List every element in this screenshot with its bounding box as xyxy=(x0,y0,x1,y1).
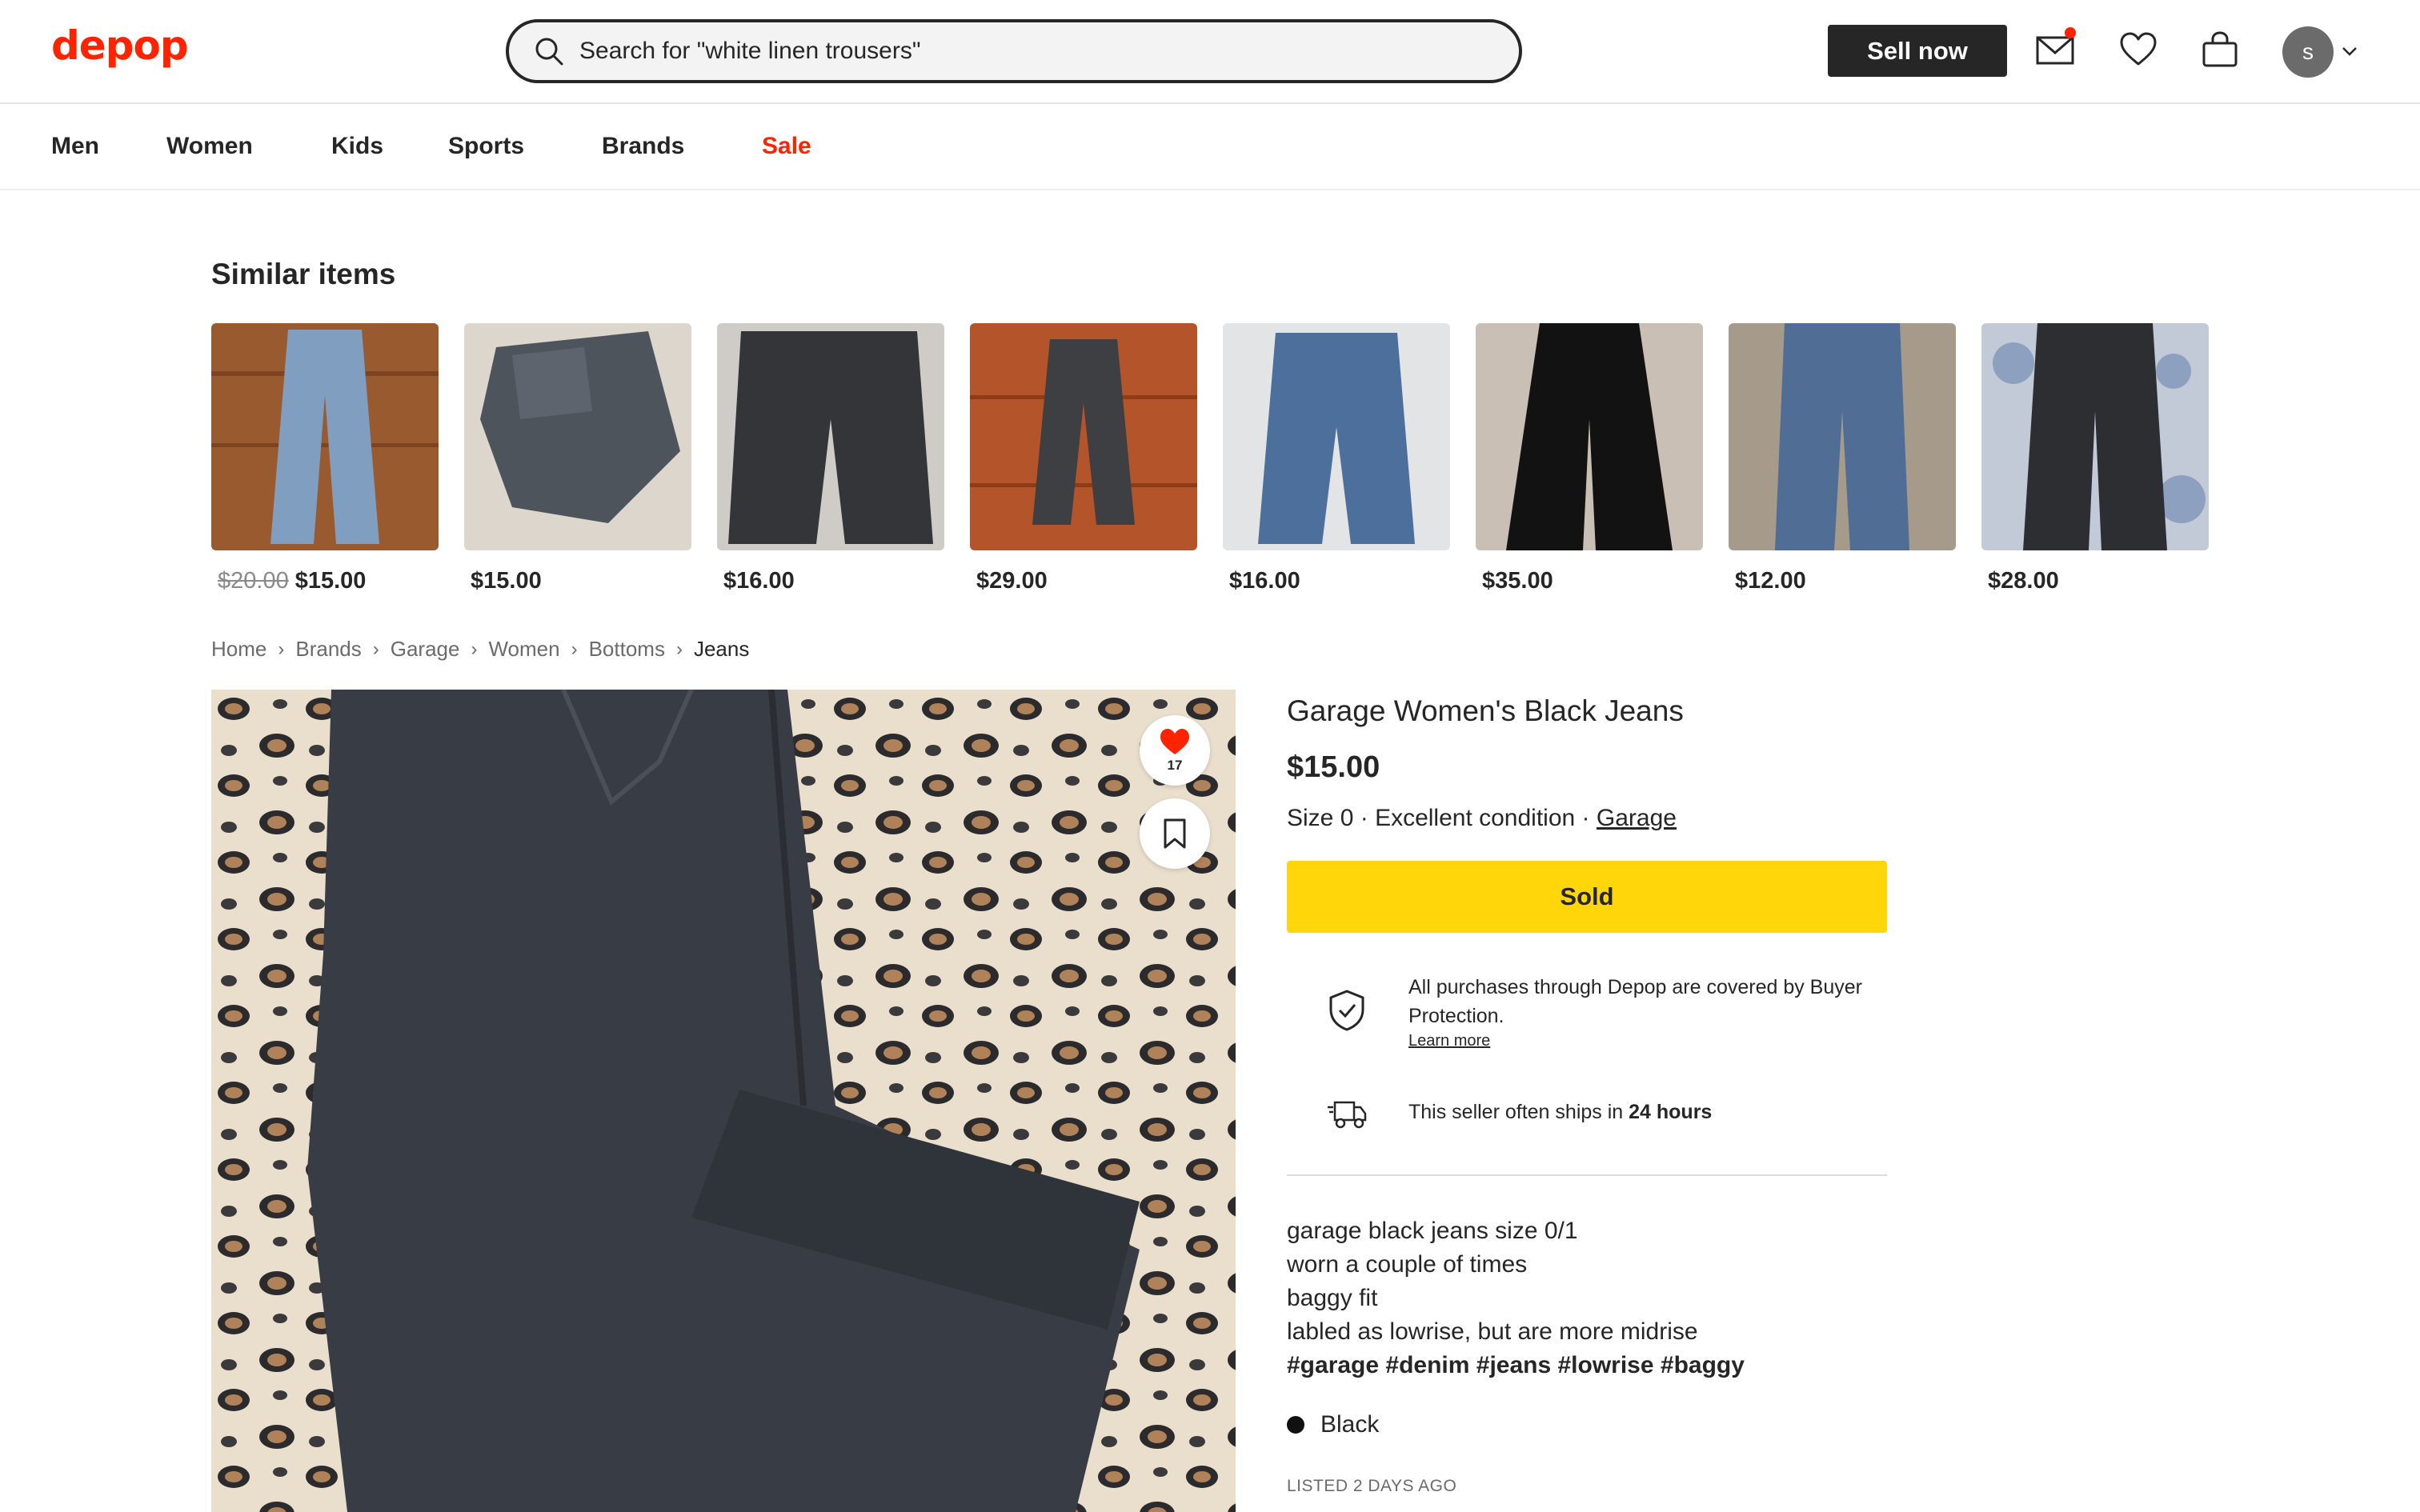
breadcrumb-women[interactable]: Women xyxy=(488,637,559,662)
depop-logo[interactable]: depop xyxy=(51,22,189,69)
divider xyxy=(1287,1174,1887,1176)
description-line: worn a couple of times xyxy=(1287,1251,1528,1278)
similar-item-image[interactable] xyxy=(1981,323,2209,550)
buyer-protection-text: All purchases through Depop are covered … xyxy=(1408,976,1862,1027)
similar-item-card[interactable]: $16.00 xyxy=(1223,323,1450,594)
product-image[interactable] xyxy=(211,690,1236,1512)
listed-date: LISTED 2 DAYS AGO xyxy=(1287,1477,1457,1495)
heart-icon[interactable] xyxy=(2118,29,2159,70)
similar-item-price: $29.00 xyxy=(976,568,1048,594)
breadcrumb-garage[interactable]: Garage xyxy=(391,637,460,662)
color-label: Black xyxy=(1320,1411,1380,1438)
similar-item-card[interactable]: $35.00 xyxy=(1476,323,1703,594)
product-price: $15.00 xyxy=(1287,750,1380,784)
learn-more-link[interactable]: Learn more xyxy=(1408,1032,1490,1050)
description-line: baggy fit xyxy=(1287,1285,1378,1311)
color-swatch xyxy=(1287,1416,1304,1434)
brand-link[interactable]: Garage xyxy=(1597,805,1677,831)
similar-item-image[interactable] xyxy=(464,323,691,550)
color-row: Black xyxy=(1287,1411,1379,1438)
save-button[interactable] xyxy=(1140,798,1210,869)
breadcrumb-home[interactable]: Home xyxy=(211,637,266,662)
similar-item-price: $16.00 xyxy=(723,568,795,594)
mail-icon[interactable] xyxy=(2034,27,2076,70)
similar-item-price: $20.00 $15.00 xyxy=(218,568,367,594)
description-line: garage black jeans size 0/1 xyxy=(1287,1218,1578,1244)
bag-icon[interactable] xyxy=(2199,29,2241,70)
breadcrumb: Home › Brands › Garage › Women › Bottoms… xyxy=(211,637,749,662)
search-icon xyxy=(535,38,563,66)
search-bar[interactable]: Search for "white linen trousers" xyxy=(506,19,1522,83)
similar-item-price: $12.00 xyxy=(1735,568,1806,594)
chevron-right-icon: › xyxy=(571,638,578,660)
truck-icon xyxy=(1328,1101,1367,1129)
nav-item-men[interactable]: Men xyxy=(51,133,99,160)
similar-item-price: $35.00 xyxy=(1482,568,1553,594)
breadcrumb-jeans: Jeans xyxy=(693,637,750,661)
search-input[interactable]: Search for "white linen trousers" xyxy=(579,38,921,65)
heart-filled-icon xyxy=(1160,729,1189,754)
bookmark-icon xyxy=(1164,818,1186,849)
like-button[interactable]: 17 xyxy=(1140,715,1210,786)
chevron-right-icon: › xyxy=(372,638,379,660)
nav-item-sale[interactable]: Sale xyxy=(762,133,811,160)
similar-item-image[interactable] xyxy=(1476,323,1703,550)
description-line: labled as lowrise, but are more midrise xyxy=(1287,1318,1698,1345)
similar-item-card[interactable]: $28.00 xyxy=(1981,323,2209,594)
product-meta: Size 0 · Excellent condition · Garage xyxy=(1287,805,1677,831)
similar-item-image[interactable] xyxy=(1223,323,1450,550)
chevron-right-icon: › xyxy=(675,638,683,660)
nav-item-women[interactable]: Women xyxy=(166,133,253,160)
similar-item-price: $16.00 xyxy=(1229,568,1300,594)
chevron-right-icon: › xyxy=(278,638,285,660)
nav-item-sports[interactable]: Sports xyxy=(448,133,524,160)
similar-item-price: $15.00 xyxy=(471,568,542,594)
nav-item-brands[interactable]: Brands xyxy=(602,133,684,160)
sold-button[interactable]: Sold xyxy=(1287,861,1887,933)
original-price: $20.00 xyxy=(218,568,289,594)
shield-check-icon xyxy=(1329,990,1364,1031)
nav-item-kids[interactable]: Kids xyxy=(331,133,383,160)
similar-item-image[interactable] xyxy=(211,323,439,550)
like-count: 17 xyxy=(1167,758,1183,773)
similar-item-card[interactable]: $15.00 xyxy=(464,323,691,594)
similar-item-card[interactable]: $16.00 xyxy=(717,323,944,594)
product-condition: Excellent condition xyxy=(1375,805,1576,831)
header: depop Search for "white linen trousers" … xyxy=(0,0,2420,104)
similar-item-image[interactable] xyxy=(970,323,1197,550)
category-nav: Men Women Kids Sports Brands Sale xyxy=(0,104,2420,190)
chevron-right-icon: › xyxy=(471,638,478,660)
sell-now-button[interactable]: Sell now xyxy=(1828,25,2007,77)
shipping-time: 24 hours xyxy=(1629,1101,1713,1123)
product-title: Garage Women's Black Jeans xyxy=(1287,694,1684,727)
notification-dot xyxy=(2065,27,2076,38)
hashtags[interactable]: #garage #denim #jeans #lowrise #baggy xyxy=(1287,1349,1745,1382)
shipping-text: This seller often ships in xyxy=(1408,1101,1624,1123)
avatar[interactable]: s xyxy=(2282,26,2334,78)
similar-item-image[interactable] xyxy=(1729,323,1956,550)
similar-item-price: $28.00 xyxy=(1988,568,2059,594)
product-size: Size 0 xyxy=(1287,805,1354,831)
product-description: garage black jeans size 0/1 worn a coupl… xyxy=(1287,1214,1745,1382)
breadcrumb-brands[interactable]: Brands xyxy=(295,637,361,662)
similar-items-title: Similar items xyxy=(211,258,396,290)
similar-item-card[interactable]: $20.00 $15.00 xyxy=(211,323,439,594)
similar-item-card[interactable]: $29.00 xyxy=(970,323,1197,594)
similar-item-card[interactable]: $12.00 xyxy=(1729,323,1956,594)
shipping-info: This seller often ships in 24 hours xyxy=(1408,1101,1712,1124)
chevron-down-icon[interactable] xyxy=(2340,42,2359,61)
breadcrumb-bottoms[interactable]: Bottoms xyxy=(589,637,665,662)
similar-item-image[interactable] xyxy=(717,323,944,550)
